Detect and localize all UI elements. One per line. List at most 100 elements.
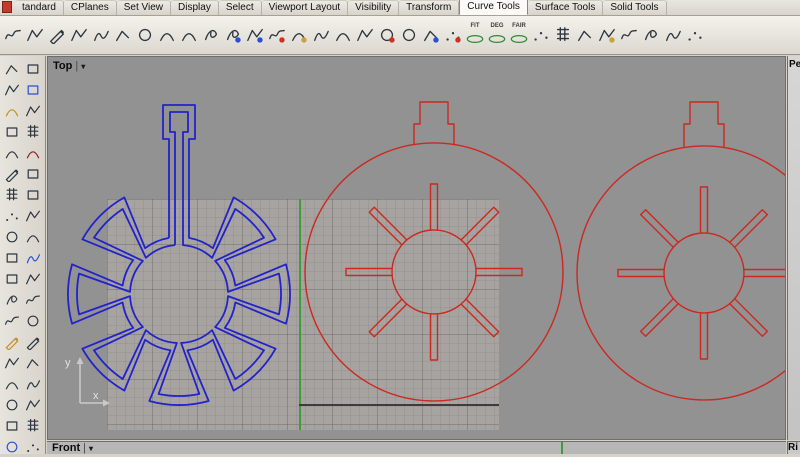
fit-curve-icon[interactable]: FIT <box>464 21 486 49</box>
fillet-curves-icon[interactable] <box>332 21 354 49</box>
array-icon[interactable] <box>22 121 43 142</box>
tab-set-view[interactable]: Set View <box>116 0 172 15</box>
change-degree-icon[interactable]: DEG <box>486 21 508 49</box>
symmetry-icon[interactable] <box>640 21 662 49</box>
zoom-extents-icon[interactable] <box>1 394 22 415</box>
explode-icon[interactable] <box>22 352 43 373</box>
boolean-union-icon[interactable] <box>22 310 43 331</box>
tab-transform[interactable]: Transform <box>399 0 460 15</box>
sketch-curve-icon[interactable] <box>46 21 68 49</box>
tab-surface-tools[interactable]: Surface Tools <box>527 0 604 15</box>
copy-icon[interactable] <box>22 79 43 100</box>
offset-icon[interactable] <box>22 373 43 394</box>
blend-curve-icon[interactable] <box>288 21 310 49</box>
chamfer-curves-icon[interactable] <box>354 21 376 49</box>
tab-strip: tandard CPlanes Set View Display Select Viewp… <box>15 0 667 15</box>
curvature-graph-icon[interactable] <box>420 21 442 49</box>
circle-tool-icon[interactable] <box>1 226 22 247</box>
polyline-tool-icon[interactable] <box>22 205 43 226</box>
tab-select[interactable]: Select <box>218 0 262 15</box>
split-icon[interactable] <box>22 331 43 352</box>
arc-center-angle-icon[interactable] <box>156 21 178 49</box>
curve-boolean-icon[interactable] <box>376 21 398 49</box>
layers-icon[interactable] <box>1 184 22 205</box>
red-sun-curve-1[interactable] <box>345 183 523 361</box>
surface-tool-icon[interactable] <box>1 268 22 289</box>
paste-icon[interactable] <box>22 163 43 184</box>
revolve-icon[interactable] <box>1 289 22 310</box>
wireframe-view-icon[interactable] <box>22 415 43 436</box>
fair-curve-icon[interactable]: FAIR <box>508 21 530 49</box>
move-icon[interactable] <box>1 79 22 100</box>
extrude-icon[interactable] <box>22 268 43 289</box>
insert-kink-icon[interactable] <box>574 21 596 49</box>
arc-tool-icon[interactable] <box>22 226 43 247</box>
select-window-icon[interactable] <box>22 58 43 79</box>
sweep-icon[interactable] <box>22 289 43 310</box>
extend-curve-icon[interactable] <box>244 21 266 49</box>
viewport-title-text: Front <box>52 442 81 454</box>
polyline-icon[interactable] <box>68 21 90 49</box>
circle-center-radius-icon[interactable] <box>134 21 156 49</box>
match-curve-icon[interactable] <box>618 21 640 49</box>
select-objects-icon[interactable] <box>1 58 22 79</box>
smooth-icon[interactable] <box>662 21 684 49</box>
join-icon[interactable] <box>1 352 22 373</box>
cut-icon[interactable] <box>1 163 22 184</box>
curvature-circle-icon[interactable] <box>398 21 420 49</box>
curve-from-two-views-icon[interactable] <box>24 21 46 49</box>
conic-icon[interactable] <box>178 21 200 49</box>
blue-gear-pendant-inner-curve[interactable] <box>76 111 282 397</box>
tab-viewport-layout[interactable]: Viewport Layout <box>261 0 349 15</box>
handlebar-editor-icon[interactable] <box>596 21 618 49</box>
viewport-title-top[interactable]: Top | ▾ <box>53 60 85 72</box>
rectangle-tool-icon[interactable] <box>1 247 22 268</box>
insert-knot-icon[interactable] <box>552 21 574 49</box>
tab-curve-tools[interactable]: Curve Tools <box>459 0 528 15</box>
rebuild-curve-icon[interactable] <box>530 21 552 49</box>
rotate-icon[interactable] <box>1 100 22 121</box>
continue-curve-icon[interactable] <box>266 21 288 49</box>
control-point-curve-icon[interactable] <box>112 21 134 49</box>
viewport-perspective-sliver[interactable]: Pe <box>787 56 800 440</box>
tab-cplanes[interactable]: CPlanes <box>63 0 117 15</box>
redo-icon[interactable] <box>22 142 43 163</box>
tab-tandard[interactable]: tandard <box>15 0 64 15</box>
offset-curve-icon[interactable] <box>310 21 332 49</box>
interpolate-curve-icon[interactable] <box>90 21 112 49</box>
viewport-menu-arrow-icon[interactable]: ▾ <box>89 444 93 453</box>
red-ornament-outline-1[interactable] <box>304 101 564 402</box>
properties-icon[interactable] <box>22 184 43 205</box>
viewport-front-sliver[interactable]: Front | ▾ <box>47 441 786 454</box>
spiral-icon[interactable] <box>222 21 244 49</box>
curves-layer[interactable] <box>48 57 786 440</box>
point-icon[interactable] <box>1 205 22 226</box>
clipped-toolbar-icon <box>2 1 12 13</box>
fillet-icon[interactable] <box>1 373 22 394</box>
mirror-icon[interactable] <box>1 121 22 142</box>
point-deviation-icon[interactable] <box>442 21 464 49</box>
red-sun-curve-2[interactable] <box>617 186 786 360</box>
trim-icon[interactable] <box>1 331 22 352</box>
shaded-view-icon[interactable] <box>1 415 22 436</box>
title-divider: | <box>83 442 86 454</box>
viewport-top[interactable]: y x Top | ▾ <box>47 56 786 440</box>
viewport-menu-arrow-icon[interactable]: ▾ <box>81 62 85 71</box>
sort-points-icon[interactable] <box>684 21 706 49</box>
front-viewport-axis <box>561 442 563 454</box>
tab-solid-tools[interactable]: Solid Tools <box>603 0 667 15</box>
title-divider: | <box>75 60 79 72</box>
tab-visibility[interactable]: Visibility <box>348 0 400 15</box>
scale-icon[interactable] <box>22 100 43 121</box>
tab-display[interactable]: Display <box>171 0 219 15</box>
viewport-title-front[interactable]: Front | ▾ <box>52 442 93 454</box>
helix-icon[interactable] <box>200 21 222 49</box>
main-toolbar: FIT DEG FAIR <box>0 16 800 55</box>
undo-icon[interactable] <box>1 142 22 163</box>
loft-icon[interactable] <box>1 310 22 331</box>
adjust-curve-seam-icon[interactable] <box>2 21 24 49</box>
pan-view-icon[interactable] <box>22 394 43 415</box>
viewport-right-sliver[interactable]: Ri <box>787 441 800 454</box>
red-ornament-outline-2[interactable] <box>576 101 786 401</box>
curve-tool-icon[interactable] <box>22 247 43 268</box>
